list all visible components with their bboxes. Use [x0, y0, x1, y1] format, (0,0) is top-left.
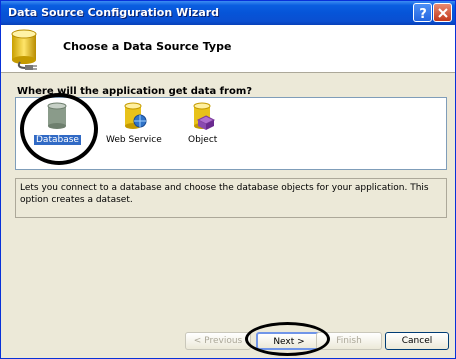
svg-text:?: ?	[419, 7, 427, 22]
list-item-web-service[interactable]: Web Service	[104, 102, 164, 145]
question-mark-icon: ?	[419, 7, 427, 22]
help-button[interactable]: ?	[413, 3, 432, 22]
database-plug-icon	[11, 29, 37, 70]
web-service-icon	[124, 102, 147, 129]
list-item-label: Object	[188, 135, 218, 145]
annotation-circle-database	[20, 93, 98, 165]
list-item-object[interactable]: Object	[186, 102, 219, 145]
object-icon	[193, 102, 215, 130]
window-title: Data Source Configuration Wizard	[8, 6, 220, 19]
annotation-circle-next	[245, 322, 330, 356]
page-title: Choose a Data Source Type	[63, 40, 232, 53]
wizard-window: Data Source Configuration Wizard ? Choos…	[0, 0, 456, 359]
close-button[interactable]	[433, 3, 452, 22]
close-icon	[438, 8, 448, 18]
previous-button[interactable]: < Previous	[185, 332, 251, 350]
description-panel: Lets you connect to a database and choos…	[15, 178, 447, 218]
cancel-button[interactable]: Cancel	[385, 332, 449, 350]
list-item-label: Web Service	[106, 135, 162, 145]
wizard-header: Choose a Data Source Type	[1, 25, 455, 73]
title-bar[interactable]: Data Source Configuration Wizard ?	[1, 1, 455, 25]
